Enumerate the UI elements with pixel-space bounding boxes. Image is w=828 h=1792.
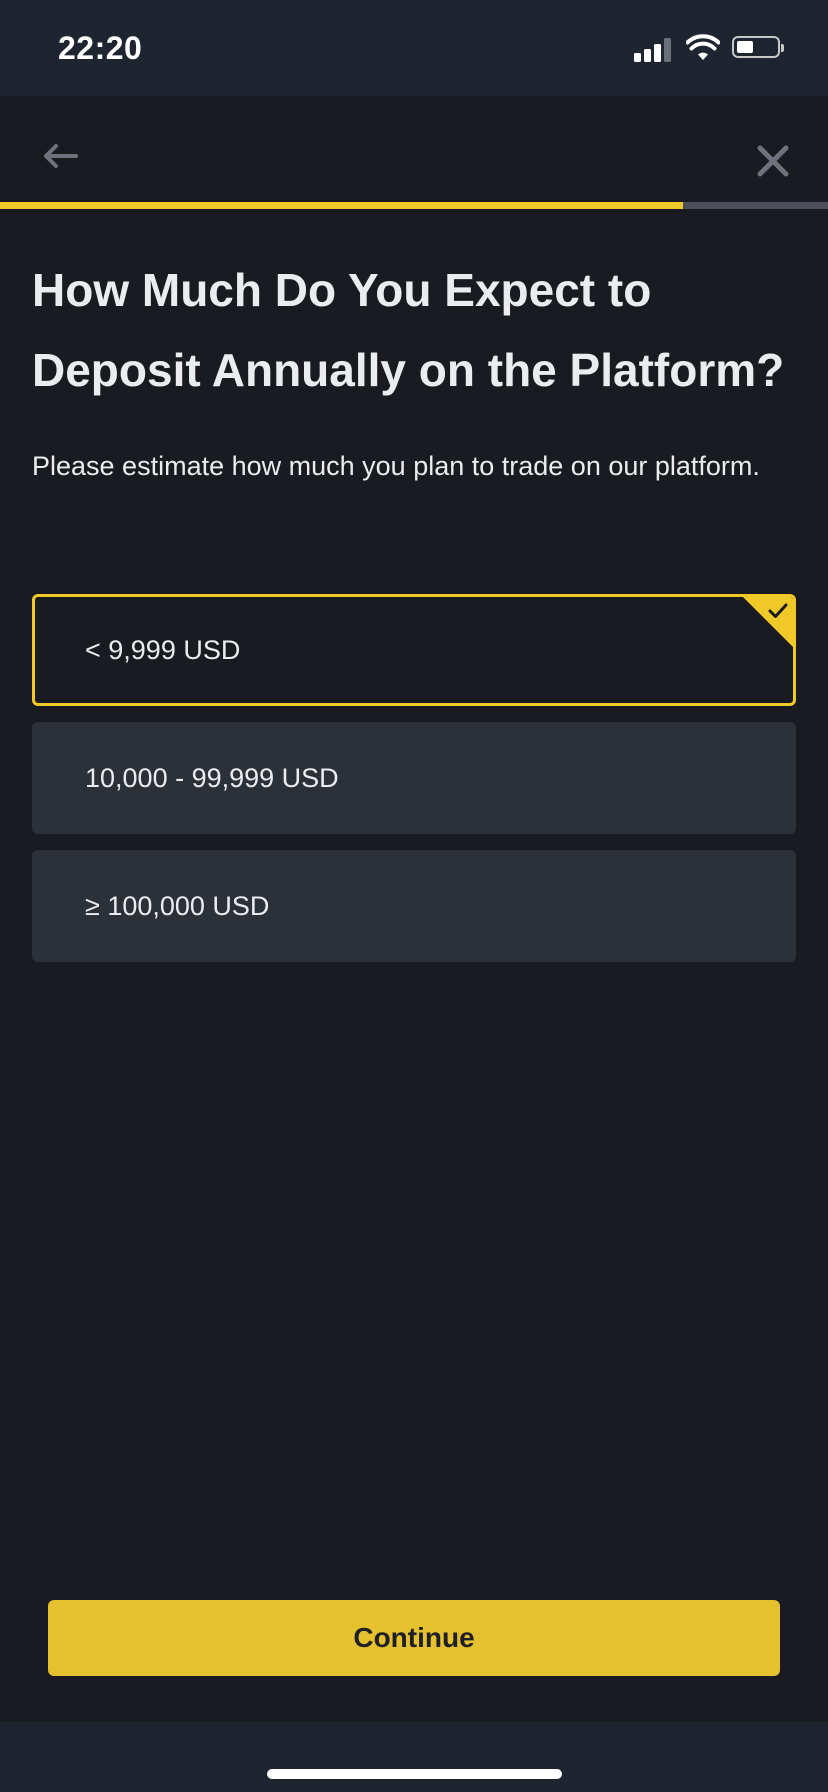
page-title: How Much Do You Expect to Deposit Annual… [32, 264, 785, 396]
wifi-icon [686, 34, 720, 60]
option-10000-99999[interactable]: 10,000 - 99,999 USD [32, 722, 796, 834]
option-label: ≥ 100,000 USD [85, 891, 270, 921]
option-under-9999[interactable]: < 9,999 USD [32, 594, 796, 706]
signal-icon [634, 38, 674, 62]
continue-button[interactable]: Continue [48, 1600, 780, 1676]
option-label: < 9,999 USD [85, 635, 241, 665]
option-label: 10,000 - 99,999 USD [85, 763, 339, 793]
close-icon[interactable] [754, 142, 792, 180]
home-indicator[interactable] [267, 1769, 562, 1779]
battery-icon [732, 36, 784, 58]
page-subtitle: Please estimate how much you plan to tra… [32, 451, 760, 481]
question-section: How Much Do You Expect to Deposit Annual… [32, 250, 798, 486]
status-time: 22:20 [58, 30, 143, 66]
nav-bar [0, 96, 828, 202]
progress-bar-fill [0, 202, 684, 209]
option-over-100000[interactable]: ≥ 100,000 USD [32, 850, 796, 962]
status-icons [634, 34, 794, 64]
check-icon [768, 603, 788, 618]
options-list: < 9,999 USD 10,000 - 99,999 USD ≥ 100,00… [32, 594, 796, 978]
arrow-left-icon[interactable] [36, 136, 92, 176]
status-bar: 22:20 [0, 0, 828, 96]
home-indicator-area [0, 1722, 828, 1792]
progress-bar [0, 202, 828, 209]
